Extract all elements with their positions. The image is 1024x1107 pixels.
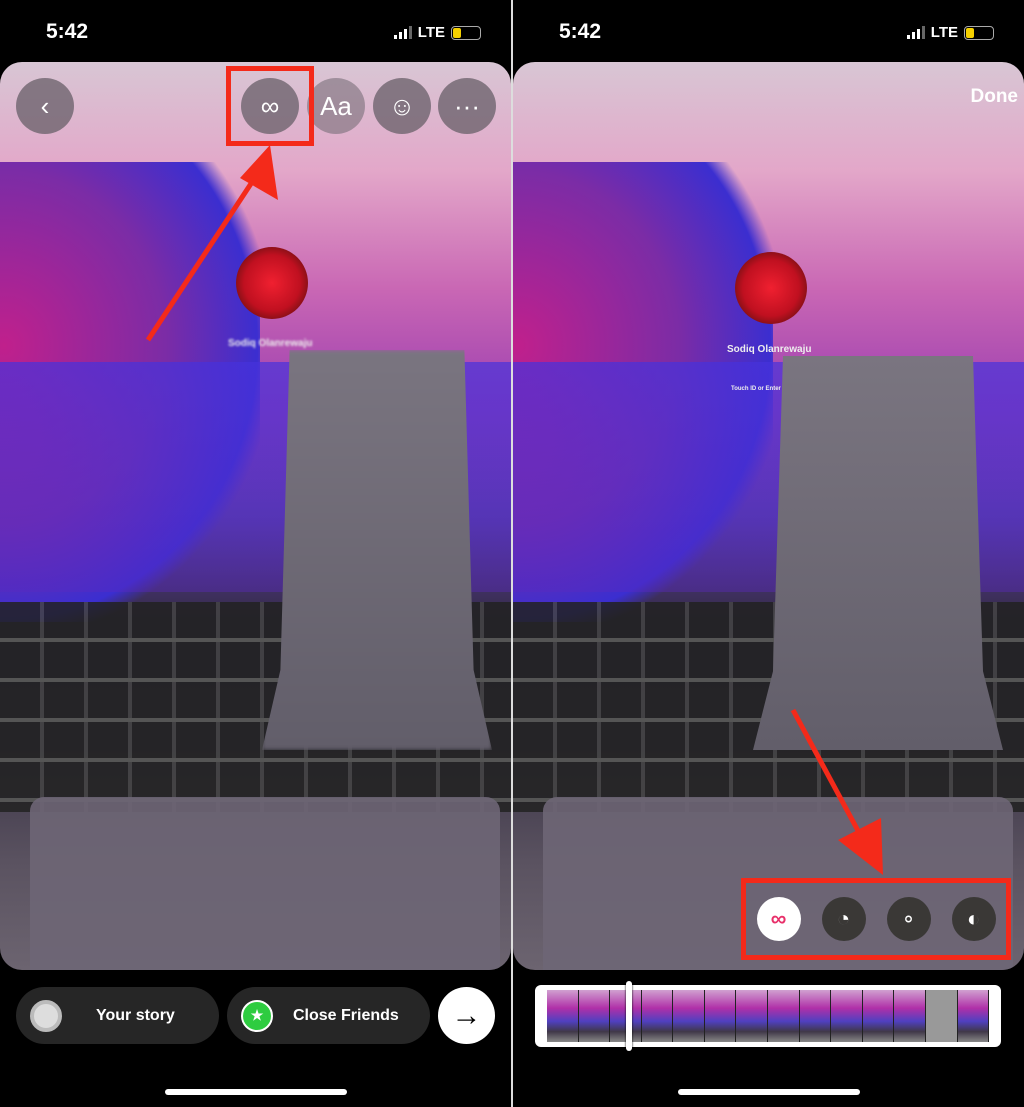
send-button[interactable]: →	[438, 987, 495, 1044]
phone-stand	[262, 350, 492, 750]
home-indicator	[165, 1089, 347, 1095]
annotation-arrow	[145, 145, 278, 342]
your-story-button[interactable]: Your story	[16, 987, 219, 1044]
close-friends-label: Close Friends	[293, 1006, 399, 1024]
done-button[interactable]: Done	[971, 86, 1019, 108]
effect-slowmo-button[interactable]: ◔	[821, 897, 866, 941]
boomerang-editor-panel: 5:42 LTE Sodiq Olanrewaju Touch ID or En…	[513, 0, 1024, 1107]
playhead-handle[interactable]	[626, 981, 632, 1051]
highlight-box	[226, 66, 314, 146]
status-indicators: LTE	[393, 24, 481, 41]
close-friends-button[interactable]: ★ Close Friends	[227, 987, 430, 1044]
effect-duo-button[interactable]: ◐	[951, 897, 996, 941]
network-label: LTE	[930, 24, 958, 41]
battery-icon	[451, 25, 481, 40]
home-indicator	[678, 1089, 860, 1095]
star-icon: ★	[241, 999, 273, 1032]
story-editor-panel: 5:42 LTE Sodiq Olanrewaju ‹ ∞ Aa ☺ ··· Y…	[0, 0, 511, 1107]
back-button[interactable]: ‹	[16, 78, 74, 134]
battery-icon	[964, 25, 994, 40]
sticker-button[interactable]: ☺	[373, 78, 431, 134]
more-button[interactable]: ···	[438, 78, 496, 134]
phone-stand	[753, 356, 1003, 750]
annotation-arrow	[790, 708, 883, 875]
network-label: LTE	[417, 24, 445, 41]
status-indicators: LTE	[906, 24, 994, 41]
boomerang-effects: ∞ ◔ ∘ ◐	[741, 878, 1011, 960]
avatar	[30, 999, 62, 1032]
your-story-label: Your story	[96, 1006, 175, 1024]
profile-image	[735, 252, 807, 324]
photo-name: Sodiq Olanrewaju	[727, 344, 812, 355]
effect-classic-button[interactable]: ∞	[756, 897, 801, 941]
effect-echo-button[interactable]: ∘	[886, 897, 931, 941]
trim-timeline[interactable]	[535, 981, 1001, 1051]
status-time: 5:42	[46, 20, 89, 43]
signal-icon	[393, 26, 412, 39]
signal-icon	[906, 26, 925, 39]
status-time: 5:42	[559, 20, 602, 43]
story-photo: Sodiq Olanrewaju Touch ID or Enter Passw…	[513, 62, 1024, 970]
text-button[interactable]: Aa	[307, 78, 365, 134]
